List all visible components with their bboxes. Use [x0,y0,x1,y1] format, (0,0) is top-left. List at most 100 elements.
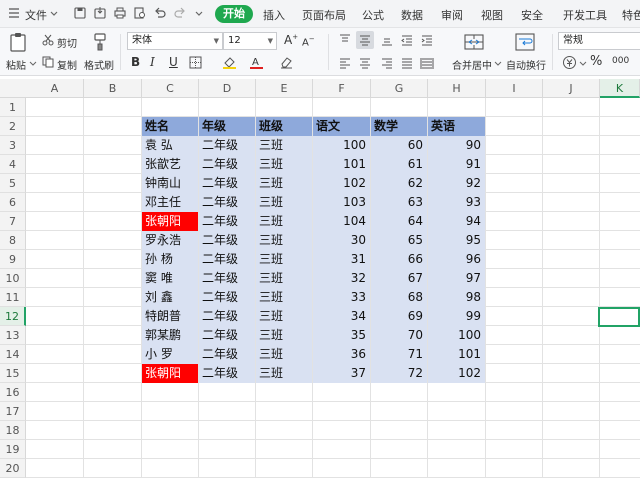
cell-name[interactable]: 窦 唯 [142,269,198,288]
cell-math[interactable]: 62 [371,174,427,193]
cell-name[interactable]: 刘 鑫 [142,288,198,307]
column-header-e[interactable]: E [256,79,313,98]
align-left-icon[interactable] [338,56,352,70]
export-icon[interactable] [93,6,107,20]
cell-english[interactable]: 95 [428,231,485,250]
tab-insert[interactable]: 插入 [263,7,285,23]
cell-math[interactable]: 66 [371,250,427,269]
row-header-3[interactable]: 3 [0,136,26,155]
selected-cell-k12[interactable] [598,307,640,327]
cell-class[interactable]: 三班 [256,155,312,174]
cell-english[interactable]: 102 [428,364,485,383]
cut-icon[interactable] [42,34,54,46]
tab-formulas[interactable]: 公式 [362,7,384,23]
row-header-18[interactable]: 18 [0,421,26,440]
cell-grade[interactable]: 二年级 [199,269,255,288]
row-header-17[interactable]: 17 [0,402,26,421]
row-header-19[interactable]: 19 [0,440,26,459]
column-header-j[interactable]: J [543,79,600,98]
cell-class[interactable]: 三班 [256,345,312,364]
header-cell-english[interactable]: 英语 [428,117,485,136]
font-color-icon[interactable]: A [249,55,264,70]
cell-grade[interactable]: 二年级 [199,326,255,345]
justify-icon[interactable] [400,56,414,70]
align-right-icon[interactable] [380,56,394,70]
cell-name[interactable]: 张朝阳 [142,364,198,383]
italic-icon[interactable]: I [150,55,155,69]
cell-english[interactable]: 97 [428,269,485,288]
column-header-g[interactable]: G [371,79,428,98]
cell-english[interactable]: 101 [428,345,485,364]
header-cell-class[interactable]: 班级 [256,117,312,136]
align-middle-button[interactable] [356,31,374,49]
cell-grade[interactable]: 二年级 [199,345,255,364]
print-icon[interactable] [113,6,127,20]
cell-name[interactable]: 张歆艺 [142,155,198,174]
cell-class[interactable]: 三班 [256,250,312,269]
row-header-5[interactable]: 5 [0,174,26,193]
row-header-2[interactable]: 2 [0,117,26,136]
cell-english[interactable]: 94 [428,212,485,231]
column-header-f[interactable]: F [313,79,371,98]
cell-math[interactable]: 64 [371,212,427,231]
redo-icon[interactable] [173,6,187,20]
cell-grade[interactable]: 二年级 [199,288,255,307]
merge-center-button[interactable]: 合并居中 [452,57,492,72]
indent-decrease-icon[interactable] [400,33,414,47]
cell-grade[interactable]: 二年级 [199,364,255,383]
cell-chinese[interactable]: 34 [313,307,370,326]
indent-increase-icon[interactable] [420,33,434,47]
paste-button[interactable]: 粘贴 [6,57,26,72]
column-header-k[interactable]: K [600,79,640,98]
cell-grade[interactable]: 二年级 [199,250,255,269]
cell-math[interactable]: 65 [371,231,427,250]
row-header-16[interactable]: 16 [0,383,26,402]
column-header-a[interactable]: A [26,79,84,98]
cell-name[interactable]: 钟南山 [142,174,198,193]
cell-name[interactable]: 邓主任 [142,193,198,212]
row-header-7[interactable]: 7 [0,212,26,231]
clear-format-icon[interactable] [279,55,294,70]
cell-chinese[interactable]: 102 [313,174,370,193]
cell-grade[interactable]: 二年级 [199,231,255,250]
cell-class[interactable]: 三班 [256,136,312,155]
cell-name[interactable]: 小 罗 [142,345,198,364]
cell-class[interactable]: 三班 [256,193,312,212]
chevron-down-icon[interactable] [49,6,59,20]
wrap-text-icon[interactable] [514,32,536,52]
cell-class[interactable]: 三班 [256,174,312,193]
cell-name[interactable]: 孙 杨 [142,250,198,269]
cell-math[interactable]: 63 [371,193,427,212]
column-header-i[interactable]: I [486,79,543,98]
tab-developer[interactable]: 开发工具 [563,7,607,23]
align-top-icon[interactable] [338,33,352,47]
cell-name[interactable]: 郭某鹏 [142,326,198,345]
row-header-13[interactable]: 13 [0,326,26,345]
cell-chinese[interactable]: 36 [313,345,370,364]
currency-icon[interactable] [562,55,577,70]
cell-english[interactable]: 93 [428,193,485,212]
cell-name[interactable]: 特朗普 [142,307,198,326]
cell-english[interactable]: 100 [428,326,485,345]
column-header-h[interactable]: H [428,79,486,98]
hamburger-menu-icon[interactable] [7,6,21,20]
wrap-text-button[interactable]: 自动换行 [506,57,546,72]
cell-class[interactable]: 三班 [256,231,312,250]
tab-features[interactable]: 特色 [622,7,640,23]
cell-class[interactable]: 三班 [256,307,312,326]
tab-view[interactable]: 视图 [481,7,503,23]
row-header-14[interactable]: 14 [0,345,26,364]
more-chevron-icon[interactable] [194,6,204,20]
cell-class[interactable]: 三班 [256,364,312,383]
row-header-9[interactable]: 9 [0,250,26,269]
save-icon[interactable] [73,6,87,20]
cell-math[interactable]: 61 [371,155,427,174]
tab-page-layout[interactable]: 页面布局 [302,7,346,23]
cell-chinese[interactable]: 35 [313,326,370,345]
header-cell-grade[interactable]: 年级 [199,117,255,136]
cell-chinese[interactable]: 104 [313,212,370,231]
cell-grade[interactable]: 二年级 [199,212,255,231]
copy-icon[interactable] [42,56,54,68]
cell-chinese[interactable]: 31 [313,250,370,269]
cell-math[interactable]: 70 [371,326,427,345]
